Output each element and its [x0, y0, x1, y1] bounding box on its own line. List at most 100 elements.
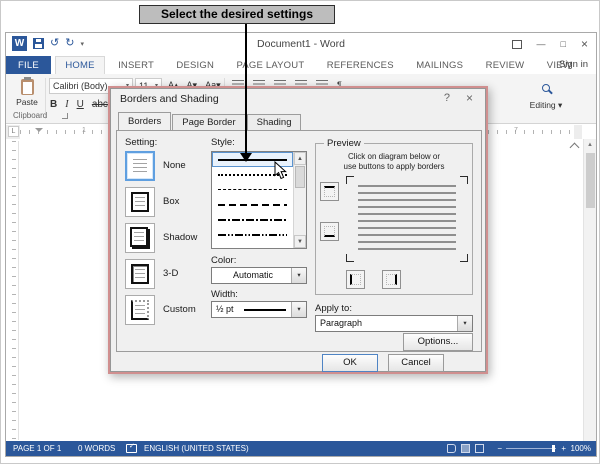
title-bar: W ↺ ↻ ▾ Document1 - Word — □ ×: [6, 33, 596, 55]
proofing-icon[interactable]: ✓: [126, 444, 137, 453]
annotation-arrow-head: [240, 153, 252, 162]
right-border-button[interactable]: [382, 270, 401, 289]
style-option-dashed-small[interactable]: [212, 182, 293, 197]
preview-diagram[interactable]: [346, 176, 468, 262]
scrollbar-thumb[interactable]: [586, 153, 595, 208]
borders-and-shading-dialog: Borders and Shading ? × Borders Page Bor…: [108, 86, 488, 374]
setting-option-3d[interactable]: 3-D: [125, 259, 207, 291]
preview-hint-line2: use buttons to apply borders: [316, 162, 472, 171]
minimize-button[interactable]: —: [537, 39, 546, 49]
borders-tab-panel: Setting: None Box Shadow 3-D Custom: [116, 130, 482, 352]
web-layout-icon[interactable]: [475, 444, 484, 453]
close-button[interactable]: ×: [581, 37, 588, 51]
word-count[interactable]: 0 WORDS: [78, 441, 115, 456]
style-option-dash-dot-dot[interactable]: [212, 227, 293, 242]
dialog-close-button[interactable]: ×: [466, 91, 473, 105]
maximize-button[interactable]: □: [561, 39, 566, 49]
style-list-scrollbar[interactable]: ▲ ▼: [293, 152, 306, 248]
underline-button[interactable]: U: [77, 99, 84, 110]
cancel-button[interactable]: Cancel: [388, 354, 444, 372]
style-scroll-down-icon[interactable]: ▼: [294, 235, 306, 248]
corner-mark: [460, 254, 468, 262]
bottom-border-button[interactable]: [320, 222, 339, 241]
ok-button[interactable]: OK: [322, 354, 378, 372]
tab-insert[interactable]: INSERT: [109, 56, 163, 75]
tab-home[interactable]: HOME: [55, 56, 104, 74]
setting-box-icon: [125, 187, 155, 217]
annotation-label: Select the desired settings: [139, 5, 335, 24]
setting-option-custom[interactable]: Custom: [125, 295, 207, 327]
style-scroll-thumb[interactable]: [295, 166, 305, 188]
tab-design[interactable]: DESIGN: [167, 56, 223, 75]
zoom-slider-thumb[interactable]: [552, 445, 555, 452]
left-border-button[interactable]: [346, 270, 365, 289]
color-combobox[interactable]: Automatic ▾: [211, 267, 307, 284]
apply-to-combobox[interactable]: Paragraph ▾: [315, 315, 473, 332]
zoom-slider-track[interactable]: [506, 448, 556, 449]
ruler-number: 7: [514, 127, 518, 134]
zoom-out-button[interactable]: −: [497, 441, 502, 456]
language-indicator[interactable]: ENGLISH (UNITED STATES): [144, 441, 249, 456]
tab-page-border[interactable]: Page Border: [172, 114, 245, 130]
editing-dropdown-icon: ▾: [558, 100, 562, 110]
preview-hint-line1: Click on diagram below or: [316, 152, 472, 161]
zoom-in-button[interactable]: +: [561, 441, 566, 456]
print-layout-icon[interactable]: [461, 444, 470, 453]
bottom-border-icon: [324, 226, 335, 237]
setting-custom-label: Custom: [163, 304, 196, 315]
strikethrough-button[interactable]: abc: [92, 99, 108, 110]
apply-to-dropdown-icon[interactable]: ▾: [457, 316, 472, 331]
tab-shading[interactable]: Shading: [247, 114, 302, 130]
tab-mailings[interactable]: MAILINGS: [407, 56, 472, 75]
page-indicator[interactable]: PAGE 1 OF 1: [13, 441, 61, 456]
zoom-level[interactable]: 100%: [571, 441, 591, 456]
window-controls: — □ ×: [512, 33, 588, 55]
tab-review[interactable]: REVIEW: [477, 56, 534, 75]
font-name-value: Calibri (Body): [53, 81, 108, 91]
style-scroll-up-icon[interactable]: ▲: [294, 152, 306, 165]
italic-button[interactable]: I: [65, 99, 68, 110]
tab-references[interactable]: REFERENCES: [318, 56, 403, 75]
sign-in-link[interactable]: Sign in: [559, 55, 588, 74]
view-switcher: [447, 444, 484, 453]
mouse-cursor-icon: [274, 161, 287, 180]
top-border-button[interactable]: [320, 182, 339, 201]
read-mode-icon[interactable]: [447, 444, 456, 453]
corner-mark: [460, 176, 468, 184]
setting-option-none[interactable]: None: [125, 151, 207, 183]
style-option-dashed[interactable]: [212, 197, 293, 212]
editing-group[interactable]: Editing ▾: [522, 79, 570, 111]
ribbon-display-options-icon[interactable]: [512, 40, 522, 49]
style-list[interactable]: ▲ ▼: [211, 151, 307, 249]
width-dropdown-icon[interactable]: ▾: [291, 302, 306, 317]
tab-file[interactable]: FILE: [6, 56, 51, 75]
editing-group-label: Editing ▾: [522, 100, 570, 111]
apply-to-value: Paragraph: [320, 316, 456, 331]
bold-button[interactable]: B: [50, 99, 57, 110]
apply-to-label: Apply to:: [315, 303, 352, 314]
corner-mark: [346, 176, 354, 184]
dialog-help-button[interactable]: ?: [444, 92, 450, 104]
color-dropdown-icon[interactable]: ▾: [291, 268, 306, 283]
setting-none-label: None: [163, 160, 186, 171]
color-value: Automatic: [216, 268, 290, 283]
style-option-dash-dot[interactable]: [212, 212, 293, 227]
scroll-up-icon[interactable]: ▲: [584, 139, 596, 151]
vertical-ruler[interactable]: [8, 141, 19, 440]
setting-3d-label: 3-D: [163, 268, 178, 279]
indent-marker-icon[interactable]: [35, 128, 43, 132]
setting-option-box[interactable]: Box: [125, 187, 207, 219]
preview-label: Preview: [324, 138, 364, 149]
clipboard-dialog-launcher-icon[interactable]: [62, 113, 68, 119]
options-button[interactable]: Options...: [403, 333, 473, 351]
setting-option-shadow[interactable]: Shadow: [125, 223, 207, 255]
line-sample-dashed-small: [218, 189, 287, 190]
setting-shadow-label: Shadow: [163, 232, 197, 243]
vertical-scrollbar[interactable]: ▲: [583, 139, 596, 441]
status-bar: PAGE 1 OF 1 0 WORDS ✓ ENGLISH (UNITED ST…: [6, 441, 596, 456]
dialog-title: Borders and Shading: [120, 93, 219, 105]
tab-selector-icon[interactable]: L: [8, 126, 19, 137]
width-combobox[interactable]: ½ pt ▾: [211, 301, 307, 318]
tab-page-layout[interactable]: PAGE LAYOUT: [228, 56, 314, 75]
tab-borders[interactable]: Borders: [118, 112, 171, 130]
